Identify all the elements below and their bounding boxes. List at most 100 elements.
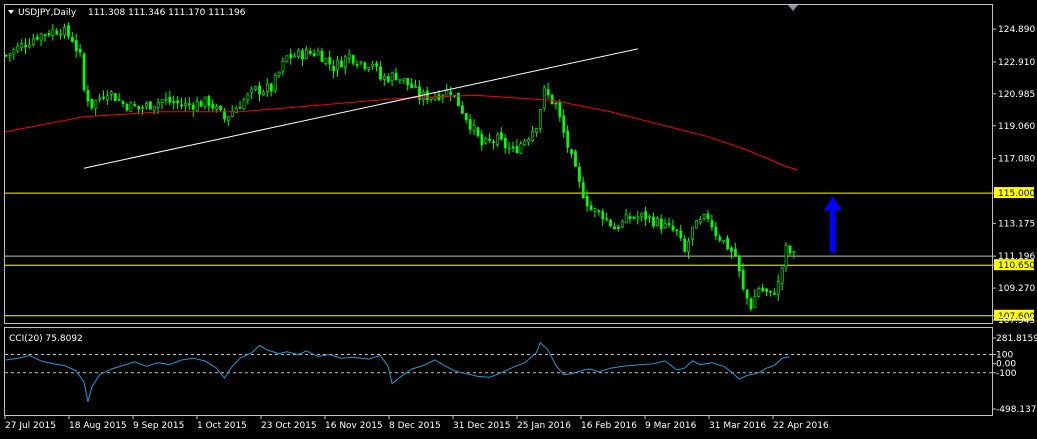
candle-body [304,49,308,59]
candle-body [667,223,671,225]
candle-body [616,226,620,229]
candle-body [449,91,453,95]
candle-body [90,98,94,109]
candle-body [43,34,47,36]
candle-body [523,140,527,146]
candle-body [558,101,562,118]
candle-body [531,130,535,142]
candle-body [484,138,488,144]
candle-body [472,125,476,131]
candle-body [367,67,371,70]
candle-body [277,71,281,76]
price-tick-label: 110.650 [998,261,1035,271]
candle-body [488,138,492,141]
candle-body [593,208,597,212]
candle-body [102,96,106,99]
candle-body [445,89,449,97]
candle-body [340,60,343,68]
price-tick-label: 124.890 [998,25,1035,35]
candle-body [780,267,784,284]
candle-body [710,220,714,228]
candle-body [628,216,632,220]
candle-body [550,94,554,104]
candle-body [152,106,156,111]
date-tick-label: 16 Nov 2015 [325,421,383,431]
candle-body [262,91,265,96]
candle-body [203,96,207,107]
indicator-frame [4,327,993,416]
candle-body [507,147,511,150]
candle-body [460,105,464,114]
date-tick-label: 31 Mar 2016 [709,421,766,431]
candle-body [63,26,67,36]
candle-body [312,53,316,56]
candle-body [499,132,503,140]
date-tick-label: 22 Apr 2016 [773,421,829,431]
candle-body [788,245,792,254]
candle-body [12,49,16,55]
candle-body [363,62,367,69]
candle-body [457,92,460,107]
candle-body [394,72,398,81]
candle-body [238,107,242,109]
candle-body [117,99,121,101]
main-chart-frame [4,4,993,324]
trading-chart[interactable]: USDJPY,Daily 111.308 111.346 111.170 111… [0,0,1037,439]
candle-body [792,251,796,254]
candle-body [219,105,223,111]
price-tick-label: 113.175 [998,219,1035,229]
candle-body [644,211,648,220]
candle-body [160,99,164,103]
candle-body [671,225,675,231]
price-tick-label: 107.345 [998,316,1035,326]
candle-body [316,50,320,56]
candle-body [35,36,39,40]
candle-body [480,134,484,146]
candle-body [675,229,679,232]
candle-body [141,107,145,109]
candle-body [347,54,351,59]
candle-body [195,101,199,112]
candle-body [133,104,137,107]
candle-body [589,205,593,211]
candle-body [390,72,394,82]
candle-body [659,218,663,230]
ohlc-values: 111.308 111.346 111.170 111.196 [88,8,246,18]
candle-body [386,76,390,82]
date-tick-label: 23 Oct 2015 [261,421,317,431]
candle-body [745,289,749,299]
candle-body [554,102,558,105]
candle-body [570,149,574,154]
candle-body [694,220,698,229]
price-tick-label: 119.060 [998,122,1035,132]
price-tick-label: 115.000 [998,189,1035,199]
date-tick-label: 25 Jan 2016 [517,421,571,431]
candle-body [566,130,570,148]
candle-body [765,288,769,292]
candle-body [640,212,644,217]
candle-body [609,219,613,227]
candle-body [519,143,523,154]
candle-body [379,66,382,80]
candle-body [753,296,757,308]
candle-body [648,216,652,218]
candle-body [199,101,203,107]
candle-body [784,244,788,267]
candle-body [355,63,359,66]
candle-body [8,53,12,56]
candle-body [94,100,98,109]
candle-body [702,214,706,219]
candle-body [663,223,667,229]
candle-body [336,59,340,71]
candle-body [511,146,515,149]
candle-body [429,97,433,100]
candle-body [574,151,577,167]
candle-body [371,63,375,67]
candle-body [145,102,148,108]
date-tick-label: 18 Aug 2015 [69,421,127,431]
candle-body [82,53,86,90]
candle-body [542,87,546,109]
candle-body [71,37,74,42]
candle-body [515,146,519,154]
candle-body [687,240,691,253]
